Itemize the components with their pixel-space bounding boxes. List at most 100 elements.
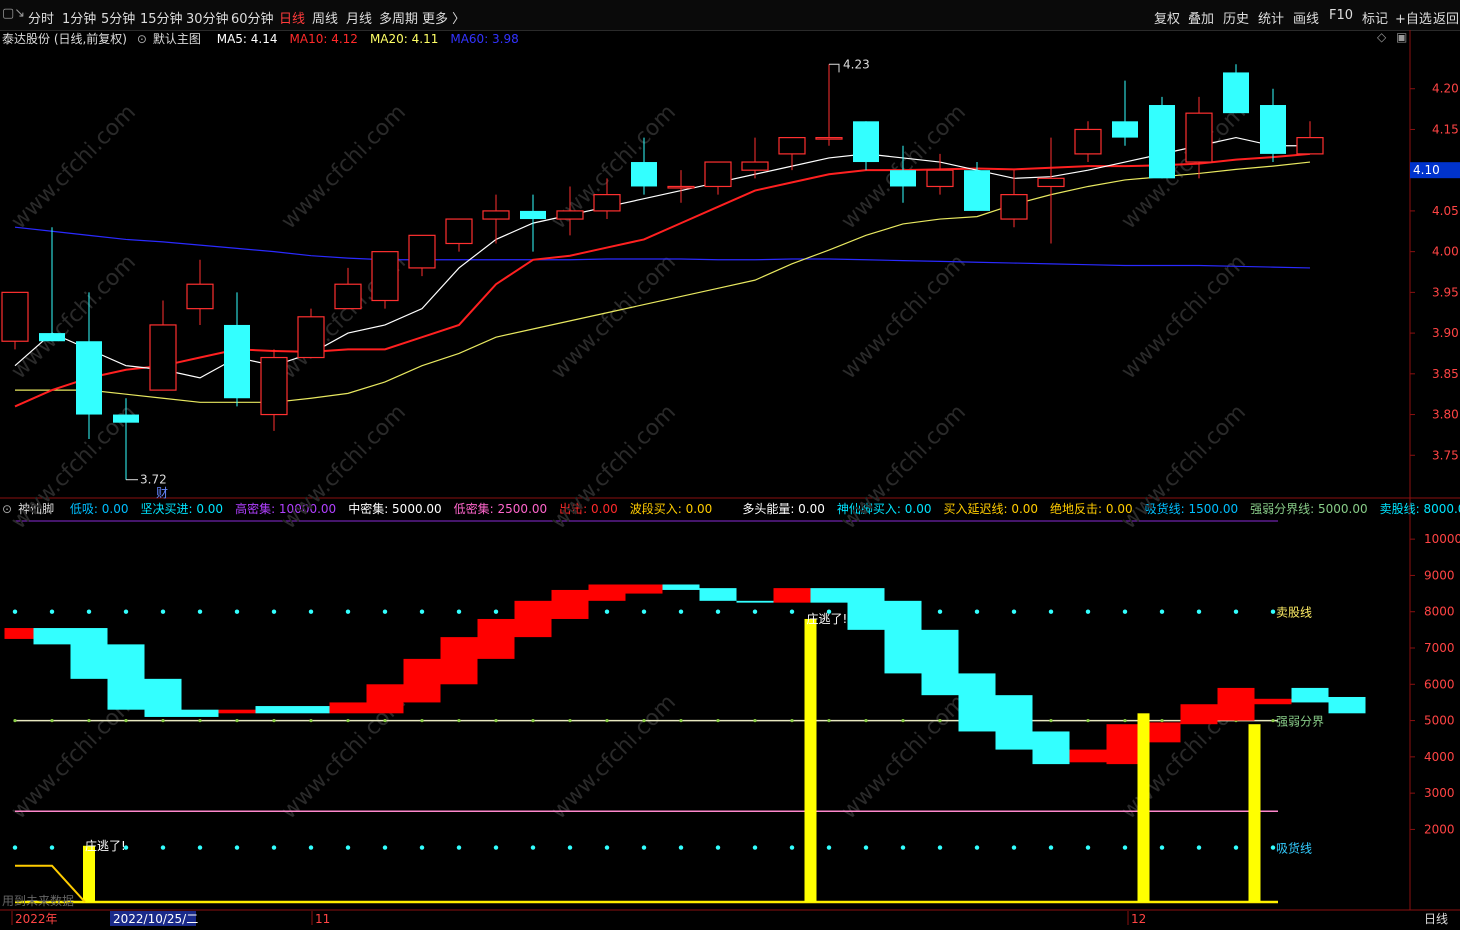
buy-line-dot: [308, 845, 314, 850]
buy-line-dot: [863, 845, 869, 850]
sell-line-dot: [715, 609, 721, 614]
indicator-block: [662, 584, 700, 590]
sell-line-dot: [308, 609, 314, 614]
candle-body: [76, 341, 102, 415]
indicator-block: [1254, 698, 1292, 705]
candle-body: [853, 121, 879, 163]
sell-line-dot: [456, 609, 462, 614]
indicator-block: [4, 628, 34, 639]
buy-line-dot: [567, 845, 573, 850]
buy-line-dot: [937, 845, 943, 850]
indicator-block: [255, 706, 293, 714]
candle-body: [297, 316, 325, 359]
high-annotation-line: [829, 63, 840, 73]
sell-line-dot: [604, 609, 610, 614]
indicator-block: [810, 588, 848, 603]
watermark-text: www.cfchi.com: [1117, 250, 1251, 384]
buy-line-dot: [49, 845, 55, 850]
watermark-text: www.cfchi.com: [837, 690, 971, 824]
candle-body: [556, 210, 584, 220]
split-line-label: 强弱分界: [1276, 715, 1324, 729]
split-line-dot: [1086, 718, 1090, 723]
split-line-dot: [235, 718, 239, 723]
sell-line-dot: [974, 609, 980, 614]
candle-body: [113, 414, 139, 423]
indicator-block: [847, 588, 885, 630]
buy-line-dot: [1048, 845, 1054, 850]
y-tick-label: 4.15: [1432, 122, 1459, 136]
current-price-label: 4.10: [1413, 163, 1440, 177]
sell-line-dot: [49, 609, 55, 614]
sell-line-dot: [382, 609, 388, 614]
buy-line-dot: [456, 845, 462, 850]
sell-line-dot: [86, 609, 92, 614]
sell-line-dot: [937, 609, 943, 614]
indicator-block: [144, 678, 182, 717]
y-tick-label: 4.05: [1432, 204, 1459, 218]
indicator-block: [440, 637, 478, 685]
candle-body: [815, 137, 843, 140]
split-line-dot: [272, 718, 276, 723]
split-line-dot: [605, 718, 609, 723]
y-tick-label: 4.20: [1432, 82, 1459, 96]
future-data-note: 用到未来数据: [2, 893, 74, 908]
sell-line-dot: [1011, 609, 1017, 614]
candle-body: [1000, 194, 1028, 220]
indicator-block: [921, 629, 959, 696]
split-line-dot: [494, 718, 498, 723]
high-annotation: 4.23: [843, 57, 870, 71]
candle-body: [224, 324, 250, 399]
buy-line-dot: [345, 845, 351, 850]
candle-body: [667, 185, 695, 189]
candle-body: [741, 161, 769, 171]
watermark-text: www.cfchi.com: [277, 100, 411, 234]
split-line-dot: [827, 718, 831, 723]
candle-body: [408, 234, 436, 269]
sell-line-dot: [123, 609, 129, 614]
sell-line-dot: [12, 609, 18, 614]
indicator-block: [1032, 731, 1070, 765]
watermark-text: www.cfchi.com: [1117, 100, 1251, 234]
sell-line-dot: [1159, 609, 1165, 614]
sub-y-tick-label: 10000: [1424, 532, 1460, 546]
sell-line-dot: [234, 609, 240, 614]
indicator-block: [477, 618, 515, 659]
split-line-dot: [346, 718, 350, 723]
candle-body: [1223, 72, 1249, 114]
split-line-dot: [568, 718, 572, 723]
buy-line-dot: [678, 845, 684, 850]
candle-body: [260, 356, 288, 416]
split-line-dot: [13, 718, 17, 723]
x-label-dec: 12: [1131, 912, 1146, 926]
split-line-dot: [753, 718, 757, 723]
candle-body: [1037, 177, 1065, 188]
sub-y-tick-label: 4000: [1424, 750, 1455, 764]
x-period-label: 日线: [1424, 912, 1448, 926]
indicator-block: [1069, 749, 1107, 763]
split-line-dot: [50, 718, 54, 723]
y-tick-label: 3.75: [1432, 448, 1459, 462]
candle-body: [445, 218, 473, 245]
candle-body: [890, 170, 916, 187]
sell-line-dot: [1085, 609, 1091, 614]
sell-line-dot: [197, 609, 203, 614]
indicator-block: [773, 588, 811, 603]
indicator-block: [995, 695, 1033, 750]
buy-line-dot: [1085, 845, 1091, 850]
sell-line-dot: [271, 609, 277, 614]
chart-canvas[interactable]: www.cfchi.com www.cfchi.com www.cfchi.com w…: [0, 0, 1460, 930]
watermark-text: www.cfchi.com: [547, 690, 681, 824]
y-tick-label: 3.90: [1432, 326, 1459, 340]
candle-body: [39, 333, 65, 342]
escape-bar: [83, 845, 95, 902]
split-line-dot: [642, 718, 646, 723]
candle-body: [704, 161, 732, 188]
split-line-dot: [161, 718, 165, 723]
indicator-block: [329, 702, 367, 714]
sub-y-tick-label: 5000: [1424, 714, 1455, 728]
candle-body: [1074, 128, 1102, 155]
watermark-text: www.cfchi.com: [7, 100, 141, 234]
buy-line-dot: [752, 845, 758, 850]
sell-line-dot: [1233, 609, 1239, 614]
candle-body: [1112, 121, 1138, 138]
